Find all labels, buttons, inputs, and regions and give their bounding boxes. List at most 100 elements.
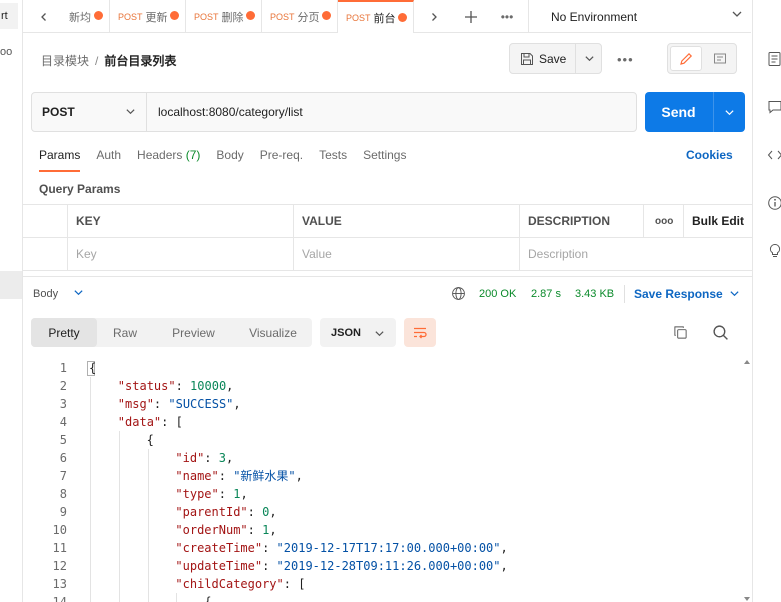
edit-mode-button[interactable] — [670, 46, 702, 71]
response-size[interactable]: 3.43 KB — [575, 288, 614, 300]
format-label: JSON — [331, 326, 361, 339]
response-time[interactable]: 2.87 s — [531, 288, 561, 300]
code-snippet-icon[interactable] — [767, 147, 781, 163]
tab-method: POST — [346, 12, 371, 23]
tab-prereq[interactable]: Pre-req. — [260, 148, 303, 172]
save-button[interactable]: Save — [510, 44, 576, 73]
response-body-editor[interactable]: 1{2 "status": 10000, 3 "msg": "SUCCESS", 4 "d… — [23, 359, 743, 602]
editor-scrollbar[interactable] — [743, 359, 751, 602]
view-tab-preview[interactable]: Preview — [153, 318, 234, 347]
json-punctuation: , — [269, 523, 277, 537]
line-number: 13 — [52, 577, 67, 591]
request-tab[interactable]: POST 分页 — [262, 0, 338, 33]
json-punctuation: , — [225, 451, 234, 465]
json-punctuation: : — [218, 469, 234, 483]
lightbulb-icon[interactable] — [767, 243, 781, 259]
request-tab[interactable]: 新均 — [61, 0, 110, 33]
wrap-lines-button[interactable] — [404, 318, 436, 347]
send-button[interactable]: Send — [645, 92, 712, 132]
tab-settings[interactable]: Settings — [363, 148, 406, 172]
documentation-icon[interactable] — [767, 51, 781, 67]
code-text: "id": 3, — [175, 449, 233, 467]
value-input[interactable]: Value — [294, 238, 520, 270]
info-icon[interactable] — [767, 195, 781, 211]
save-options-button[interactable] — [577, 44, 602, 73]
json-punctuation: , — [233, 397, 241, 411]
tab-headers[interactable]: Headers (7) — [137, 148, 200, 172]
json-key: "parentId" — [175, 505, 248, 519]
indent-guide — [147, 449, 149, 602]
tabs-more-button[interactable]: ••• — [492, 0, 522, 33]
sidebar-partial-item[interactable]: rt — [0, 3, 18, 29]
code-text: "parentId": 0, — [175, 503, 276, 521]
bulk-edit-button[interactable]: Bulk Edit — [684, 205, 752, 237]
tab-method: POST — [270, 11, 295, 22]
json-punctuation: , — [295, 469, 303, 483]
view-tab-pretty[interactable]: Pretty — [31, 318, 97, 347]
environment-selector[interactable]: No Environment — [528, 0, 751, 33]
view-tab-visualize[interactable]: Visualize — [234, 318, 312, 347]
url-input[interactable]: localhost:8080/category/list — [158, 93, 303, 131]
column-options-button[interactable]: ooo — [644, 205, 684, 237]
globe-icon[interactable] — [451, 286, 466, 301]
comments-icon[interactable] — [767, 99, 781, 115]
code-line: 2 "status": 10000, — [23, 377, 743, 395]
documentation-mode-button[interactable] — [704, 46, 736, 71]
request-tab[interactable]: POST 更新 — [110, 0, 186, 33]
http-method-select[interactable]: POST — [32, 93, 147, 131]
line-number: 2 — [59, 379, 67, 393]
column-header-key: KEY — [68, 205, 294, 237]
json-punctuation: : — [175, 379, 191, 393]
breadcrumb-parent[interactable]: 目录模块 — [41, 54, 89, 68]
chevron-down-icon[interactable] — [73, 287, 84, 298]
code-line: 5{ — [23, 431, 743, 449]
table-row: Key Value Description — [23, 238, 752, 271]
send-options-button[interactable] — [713, 92, 745, 132]
request-more-button[interactable]: ••• — [617, 52, 634, 67]
key-input[interactable]: Key — [68, 238, 294, 270]
code-text: { — [89, 359, 96, 377]
json-punctuation: : [ — [161, 415, 183, 429]
description-input[interactable]: Description — [520, 238, 752, 270]
save-icon — [521, 52, 533, 65]
line-number: 4 — [59, 415, 67, 429]
sidebar-selected-row[interactable] — [0, 271, 22, 299]
response-view-tabs: Pretty Raw Preview Visualize — [31, 318, 312, 347]
tab-params[interactable]: Params — [39, 148, 81, 172]
format-select[interactable]: JSON — [320, 318, 396, 347]
code-text: "childCategory": [ — [175, 575, 305, 593]
tab-auth[interactable]: Auth — [96, 148, 121, 172]
request-title[interactable]: 前台目录列表 — [104, 54, 176, 68]
copy-icon[interactable] — [673, 325, 688, 340]
scroll-down-arrow[interactable] — [744, 597, 750, 601]
tab-label: 前台 — [373, 12, 396, 25]
request-tab[interactable]: POST 前台 — [338, 0, 414, 33]
unsaved-dot-icon — [246, 11, 255, 20]
json-punctuation: , — [500, 559, 508, 573]
save-response-button[interactable]: Save Response — [634, 287, 723, 301]
scroll-up-arrow[interactable] — [744, 360, 750, 364]
json-punctuation: : — [262, 559, 277, 573]
search-icon[interactable] — [712, 324, 729, 341]
tab-scroll-right-button[interactable] — [419, 0, 449, 33]
code-line: 3 "msg": "SUCCESS", — [23, 395, 743, 413]
tab-tests[interactable]: Tests — [319, 148, 347, 172]
line-number: 1 — [59, 361, 67, 375]
code-line: 1{ — [23, 359, 743, 377]
view-tab-raw[interactable]: Raw — [97, 318, 153, 347]
tab-body[interactable]: Body — [216, 148, 243, 172]
response-status[interactable]: 200 OK — [479, 288, 516, 300]
cookies-link[interactable]: Cookies — [686, 148, 733, 162]
request-tab[interactable]: POST 删除 — [186, 0, 262, 33]
tab-label: Settings — [363, 148, 407, 162]
tab-label: Params — [39, 148, 81, 162]
code-line: 8 "type": 1, — [23, 485, 743, 503]
request-url-bar: POST localhost:8080/category/list — [31, 92, 637, 132]
code-line: 10 "orderNum": 1, — [23, 521, 743, 539]
chevron-down-icon[interactable] — [729, 288, 740, 299]
tab-scroll-left-button[interactable] — [29, 0, 59, 33]
new-tab-button[interactable] — [456, 0, 486, 33]
send-button-group: Send — [645, 92, 745, 132]
sidebar-more[interactable]: oo — [0, 46, 12, 58]
indent-guide — [118, 431, 120, 602]
